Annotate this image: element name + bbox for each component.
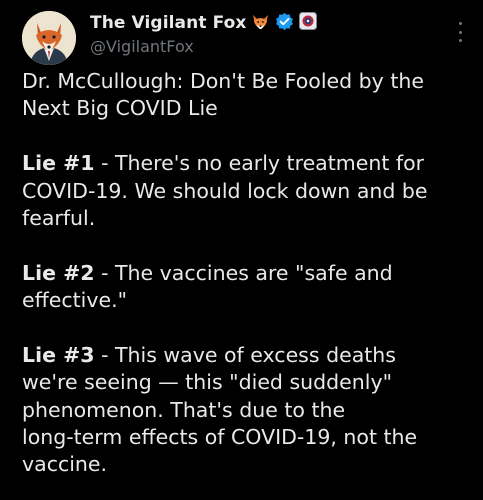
author-handle[interactable]: @VigilantFox xyxy=(90,37,194,56)
fox-emoji-icon xyxy=(251,12,270,35)
lie-3-label: Lie #3 xyxy=(22,342,95,367)
lie-3-line: phenomenon. That's due to the xyxy=(22,397,346,422)
lie-2-label: Lie #2 xyxy=(22,260,95,285)
lie-2-line: Lie #2 - The vaccines are "safe and xyxy=(22,260,472,287)
lie-1-line: fearful. xyxy=(22,205,96,230)
more-options-icon[interactable] xyxy=(457,22,463,42)
author-display-name[interactable]: The Vigilant Fox xyxy=(90,13,246,33)
author-name-row: The Vigilant Fox xyxy=(90,10,318,36)
lie-1-line: COVID-19. We should lock down and be xyxy=(22,178,428,203)
lie-3-line: long-term effects of COVID-19, not the xyxy=(22,425,418,450)
verified-badge-icon[interactable] xyxy=(275,12,294,35)
tweet-title-line: Dr. McCullough: Don't Be Fooled by the xyxy=(22,69,424,93)
lie-2-line: effective." xyxy=(22,288,128,313)
tweet: The Vigilant Fox @VigilantFox Dr. McCull… xyxy=(0,0,483,500)
tweet-text: Dr. McCullough: Don't Be Fooled by the N… xyxy=(22,68,472,479)
lie-3-line: vaccine. xyxy=(22,452,108,477)
tweet-title-line: Next Big COVID Lie xyxy=(22,96,218,121)
lie-3-line: Lie #3 - This wave of excess deaths xyxy=(22,342,472,369)
lie-1-line: Lie #1 - There's no early treatment for xyxy=(22,150,472,177)
avatar[interactable] xyxy=(22,11,76,65)
lie-3-text: - This wave of excess deaths xyxy=(94,342,396,367)
lie-3-line: we're seeing — this "died suddenly" xyxy=(22,370,393,395)
affiliate-badge-icon[interactable] xyxy=(299,12,318,34)
lie-2-text: - The vaccines are "safe and xyxy=(94,260,393,285)
lie-1-text: - There's no early treatment for xyxy=(94,151,425,176)
lie-1-label: Lie #1 xyxy=(22,151,95,176)
fox-in-suit-avatar-icon xyxy=(22,11,76,65)
